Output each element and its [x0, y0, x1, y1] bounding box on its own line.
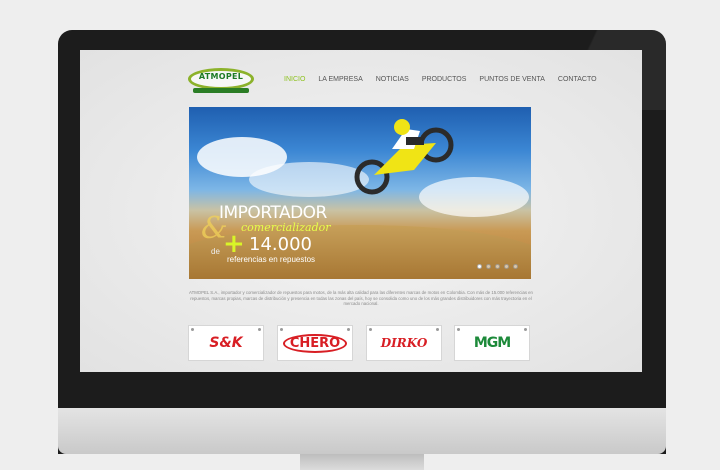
- brand-logos: S&K CHERO DIRKO MGM: [188, 325, 532, 361]
- brand-card-sk[interactable]: S&K: [188, 325, 264, 361]
- hero-subtitle: comercializador: [241, 221, 331, 234]
- slider-dot[interactable]: [513, 264, 518, 269]
- hero-title: IMPORTADOR: [219, 203, 327, 223]
- brand-logo-sk: S&K: [209, 335, 243, 351]
- nav-item-noticias[interactable]: NOTICIAS: [376, 76, 409, 83]
- company-description: ATMOPEL S.A., importador y comercializad…: [189, 290, 533, 307]
- nav-item-puntos-de-venta[interactable]: PUNTOS DE VENTA: [479, 76, 544, 83]
- nav-item-productos[interactable]: PRODUCTOS: [422, 76, 467, 83]
- hero-number: 14.000: [249, 234, 312, 255]
- hero-slider: & IMPORTADOR comercializador + de 14.000…: [189, 107, 531, 279]
- slider-dot[interactable]: [495, 264, 500, 269]
- slider-dot[interactable]: [504, 264, 509, 269]
- nav-item-inicio[interactable]: INICIO: [284, 76, 305, 83]
- brand-logo-chero: CHERO: [282, 333, 348, 353]
- brand-logo-dirko: DIRKO: [380, 336, 428, 350]
- motocross-rider-image: [354, 119, 454, 195]
- slider-dot[interactable]: [477, 264, 482, 269]
- nav-item-la-empresa[interactable]: LA EMPRESA: [318, 76, 362, 83]
- slider-dot[interactable]: [486, 264, 491, 269]
- brand-card-mgm[interactable]: MGM: [454, 325, 530, 361]
- main-nav: INICIO LA EMPRESA NOTICIAS PRODUCTOS PUN…: [284, 76, 597, 83]
- slider-dots: [477, 264, 518, 269]
- brand-card-dirko[interactable]: DIRKO: [366, 325, 442, 361]
- logo-text: ATMOPEL: [198, 72, 244, 81]
- logo-ribbon: [193, 88, 249, 93]
- hero-de: de: [211, 247, 220, 256]
- hero-tagline: referencias en repuestos: [227, 255, 316, 264]
- nav-item-contacto[interactable]: CONTACTO: [558, 76, 597, 83]
- site-logo[interactable]: ATMOPEL: [188, 68, 254, 96]
- brand-logo-mgm: MGM: [473, 335, 511, 351]
- monitor-stand: [300, 454, 424, 470]
- brand-card-chero[interactable]: CHERO: [277, 325, 353, 361]
- browser-screen: ATMOPEL INICIO LA EMPRESA NOTICIAS PRODU…: [80, 50, 642, 372]
- monitor-chin: [58, 408, 666, 454]
